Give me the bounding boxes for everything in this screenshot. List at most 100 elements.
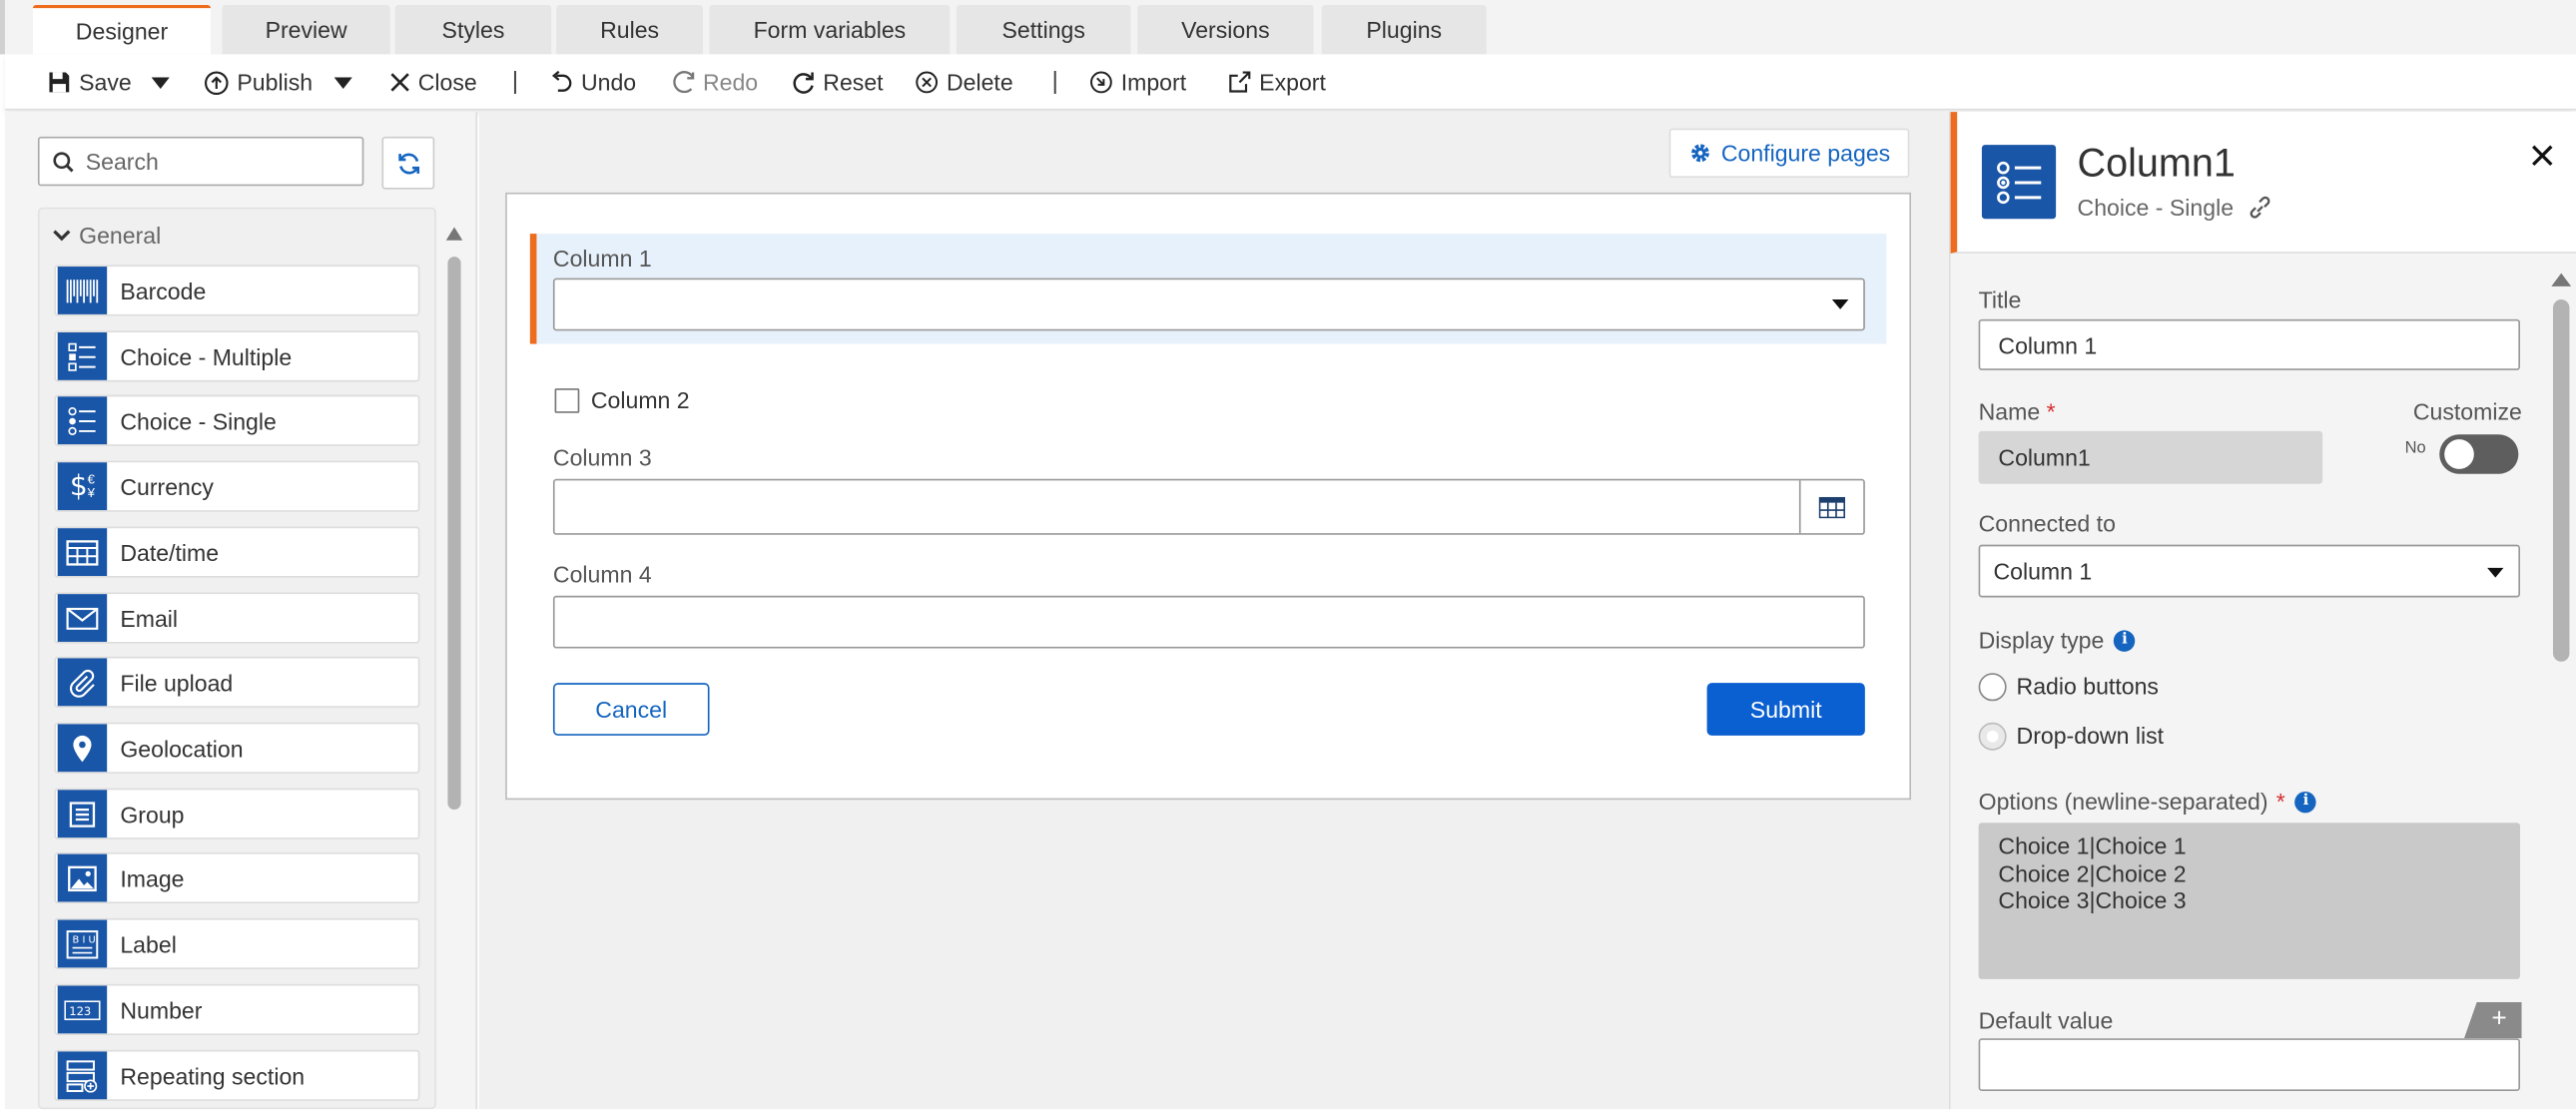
- toolbox-item-barcode[interactable]: Barcode: [54, 265, 420, 316]
- toolbox-item-label[interactable]: B I U Label: [54, 917, 420, 970]
- publish-dropdown-button[interactable]: [333, 68, 352, 98]
- choice-single-icon: [1981, 145, 2057, 220]
- gear-icon: [1688, 142, 1711, 165]
- tab-styles[interactable]: Styles: [394, 4, 552, 55]
- options-label-text: Options (newline-separated): [1978, 788, 2268, 816]
- toolbox-item-choice-single[interactable]: Choice - Single: [54, 394, 420, 446]
- form-preview: Column 1 Column 2 Column 3 Column 4 Canc…: [505, 192, 1912, 801]
- cancel-button[interactable]: Cancel: [552, 683, 710, 736]
- configure-pages-label: Configure pages: [1720, 140, 1891, 167]
- toolbox-item-currency[interactable]: $ € ¥ Currency: [54, 460, 420, 512]
- toolbox-item-label: Group: [120, 801, 185, 828]
- toolbox-item-datetime[interactable]: Date/time: [54, 526, 420, 578]
- toolbox-item-choice-multiple[interactable]: Choice - Multiple: [54, 330, 420, 382]
- toolbox-item-image[interactable]: Image: [54, 851, 420, 904]
- choice-multiple-icon: [57, 332, 108, 380]
- save-label: Save: [79, 69, 132, 96]
- required-asterisk: *: [2275, 788, 2285, 816]
- properties-panel: Column1 Choice - Single Title Column 1 N…: [1948, 112, 2576, 1110]
- dropdown-list-option[interactable]: [1978, 722, 2007, 751]
- info-icon[interactable]: i: [2114, 629, 2136, 652]
- toolbox-item-label: Geolocation: [120, 735, 244, 762]
- toolbar-divider: |: [1051, 67, 1058, 96]
- group-general-label: General: [79, 222, 162, 249]
- submit-button[interactable]: Submit: [1706, 683, 1865, 736]
- option-line: Choice 1|Choice 1: [1998, 832, 2187, 859]
- link-icon[interactable]: [2247, 196, 2272, 219]
- toolbox-item-repeating-section[interactable]: Repeating section: [54, 1049, 420, 1101]
- connected-to-label: Connected to: [1978, 510, 2116, 537]
- name-label: Name *: [1979, 398, 2056, 424]
- undo-button[interactable]: Undo: [550, 68, 636, 98]
- radio-buttons-option[interactable]: [1978, 673, 2007, 702]
- toolbox-item-file-upload[interactable]: File upload: [54, 656, 420, 708]
- tab-form-variables[interactable]: Form variables: [709, 4, 951, 55]
- save-dropdown-button[interactable]: [151, 68, 170, 98]
- toolbox-item-email[interactable]: Email: [54, 592, 420, 644]
- column1-dropdown[interactable]: [552, 278, 1865, 331]
- redo-button[interactable]: Redo: [672, 68, 758, 98]
- field-label-column4: Column 4: [552, 561, 652, 588]
- caret-down-icon: [1831, 299, 1849, 309]
- customize-state: No: [2404, 439, 2426, 458]
- title-label: Title: [1978, 285, 2022, 313]
- image-icon: [57, 853, 108, 902]
- toolbox-item-group[interactable]: Group: [54, 788, 420, 839]
- customize-toggle[interactable]: [2439, 434, 2519, 474]
- tab-settings[interactable]: Settings: [956, 4, 1131, 55]
- column2-checkbox[interactable]: [554, 388, 580, 413]
- column3-date-input[interactable]: [552, 478, 1865, 535]
- save-button[interactable]: Save: [48, 68, 132, 98]
- add-default-value-button[interactable]: +: [2463, 1001, 2522, 1039]
- option-line: Choice 3|Choice 3: [1998, 886, 2187, 913]
- paperclip-icon: [57, 658, 108, 707]
- connected-to-select[interactable]: Column 1: [1978, 544, 2521, 598]
- refresh-icon: [395, 151, 420, 176]
- import-button[interactable]: Import: [1089, 68, 1186, 98]
- import-icon: [1089, 71, 1112, 94]
- options-textarea[interactable]: Choice 1|Choice 1 Choice 2|Choice 2 Choi…: [1978, 823, 2521, 979]
- configure-pages-button[interactable]: Configure pages: [1668, 128, 1910, 179]
- group-general-header[interactable]: General: [53, 223, 161, 249]
- search-input[interactable]: Search: [37, 136, 364, 187]
- toolbox-item-number[interactable]: 123 Number: [54, 983, 420, 1035]
- barcode-icon: [57, 267, 108, 314]
- field-label-column1: Column 1: [552, 245, 652, 273]
- close-icon: [2532, 145, 2553, 167]
- name-input[interactable]: Column1: [1978, 430, 2323, 484]
- refresh-button[interactable]: [381, 136, 435, 190]
- options-label: Options (newline-separated) * i: [1979, 789, 2317, 815]
- close-panel-button[interactable]: [2532, 138, 2553, 176]
- export-label: Export: [1259, 69, 1326, 96]
- delete-label: Delete: [946, 69, 1013, 96]
- required-asterisk: *: [2046, 397, 2056, 425]
- default-value-input[interactable]: [1978, 1038, 2521, 1092]
- toolbox-item-label: Choice - Multiple: [120, 342, 293, 370]
- search-placeholder: Search: [85, 148, 159, 175]
- undo-icon: [550, 70, 573, 94]
- datetime-icon: [57, 528, 108, 577]
- toolbox-item-geolocation[interactable]: Geolocation: [54, 722, 420, 774]
- calendar-button[interactable]: [1798, 480, 1863, 534]
- tab-versions[interactable]: Versions: [1137, 4, 1314, 55]
- column4-input[interactable]: [552, 595, 1865, 649]
- import-label: Import: [1120, 69, 1187, 96]
- map-pin-icon: [57, 724, 108, 773]
- toolbox-scrollbar[interactable]: [445, 221, 463, 1109]
- publish-button[interactable]: Publish: [204, 68, 313, 98]
- close-button[interactable]: Close: [390, 68, 477, 98]
- tab-rules[interactable]: Rules: [556, 4, 703, 55]
- toolbox-item-label: Currency: [120, 472, 214, 500]
- title-input[interactable]: Column 1: [1978, 318, 2521, 370]
- svg-text:B I U: B I U: [73, 934, 96, 945]
- export-button[interactable]: Export: [1228, 68, 1326, 98]
- label-icon: B I U: [57, 919, 108, 968]
- tab-preview[interactable]: Preview: [222, 4, 390, 55]
- info-icon[interactable]: i: [2294, 791, 2317, 813]
- properties-scrollbar[interactable]: [2551, 270, 2572, 1109]
- delete-button[interactable]: Delete: [916, 68, 1013, 98]
- tab-plugins[interactable]: Plugins: [1321, 4, 1487, 55]
- reset-button[interactable]: Reset: [792, 68, 884, 98]
- currency-icon: $ € ¥: [57, 462, 108, 511]
- tab-designer[interactable]: Designer: [32, 4, 212, 55]
